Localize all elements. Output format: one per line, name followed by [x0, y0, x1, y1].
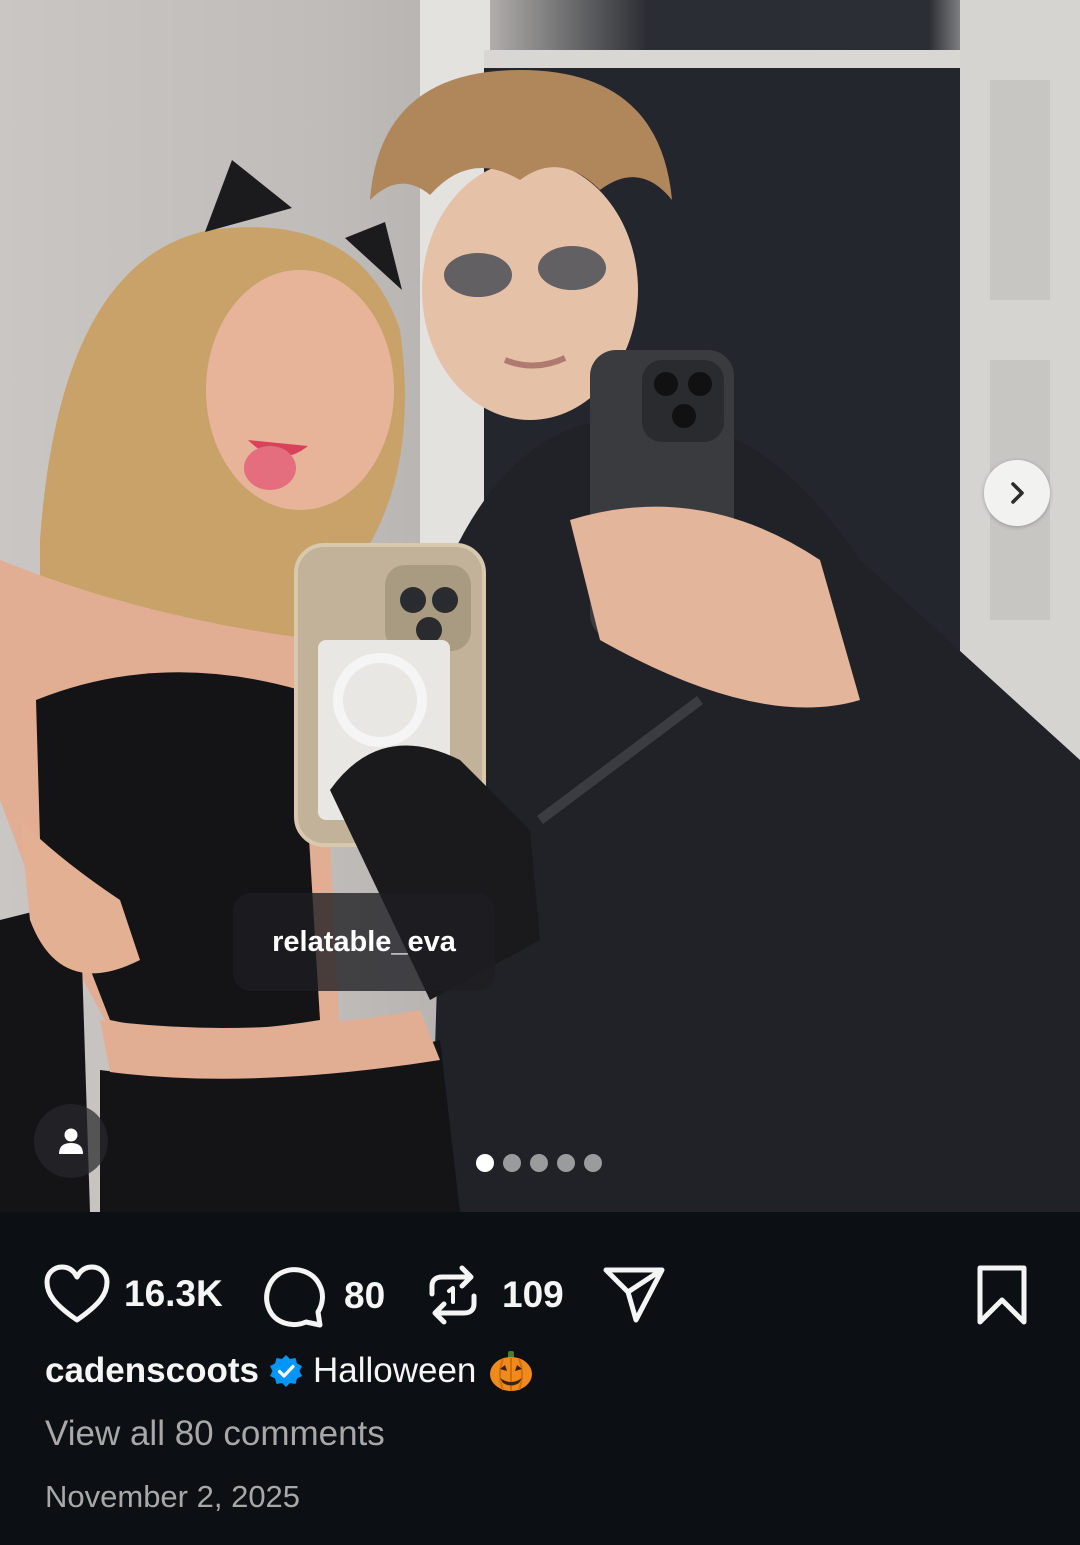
post-caption: cadenscoots Halloween: [45, 1350, 534, 1392]
share-button[interactable]: [602, 1264, 666, 1324]
carousel-dot-active: [476, 1154, 494, 1172]
carousel-dot: [530, 1154, 548, 1172]
comment-icon: [264, 1267, 325, 1328]
post-date: November 2, 2025: [45, 1479, 301, 1514]
post-container: relatable_eva 16.3K 80 109 cadenscoots H…: [0, 0, 1080, 1545]
comment-count: 80: [344, 1275, 386, 1316]
caption-text: Halloween: [312, 1351, 477, 1390]
like-count: 16.3K: [124, 1273, 223, 1314]
photo-scene: [0, 0, 1080, 1212]
save-button[interactable]: [974, 1264, 1030, 1326]
person-icon: [59, 1128, 83, 1154]
repost-button[interactable]: 109: [424, 1264, 564, 1326]
view-all-comments-link[interactable]: View all 80 comments: [45, 1414, 385, 1454]
pumpkin-icon: [488, 1350, 534, 1392]
bookmark-icon: [977, 1265, 1027, 1325]
carousel-dot: [584, 1154, 602, 1172]
send-icon: [603, 1267, 665, 1323]
carousel-dot: [503, 1154, 521, 1172]
repost-icon: [429, 1265, 477, 1325]
next-photo-button[interactable]: [984, 460, 1050, 526]
chevron-right-icon: [1011, 482, 1024, 504]
user-tag-label[interactable]: relatable_eva: [233, 893, 495, 991]
verified-badge-icon: [269, 1354, 303, 1388]
username-link[interactable]: cadenscoots: [45, 1351, 259, 1391]
carousel-dot: [557, 1154, 575, 1172]
heart-icon: [44, 1264, 110, 1323]
tagged-users-button[interactable]: [34, 1104, 108, 1178]
tagged-username: relatable_eva: [272, 925, 456, 958]
repost-count: 109: [502, 1274, 564, 1315]
like-button[interactable]: 16.3K: [44, 1264, 223, 1324]
carousel-indicator: [476, 1154, 602, 1172]
comment-button[interactable]: 80: [262, 1264, 385, 1328]
post-photo[interactable]: relatable_eva: [0, 0, 1080, 1212]
